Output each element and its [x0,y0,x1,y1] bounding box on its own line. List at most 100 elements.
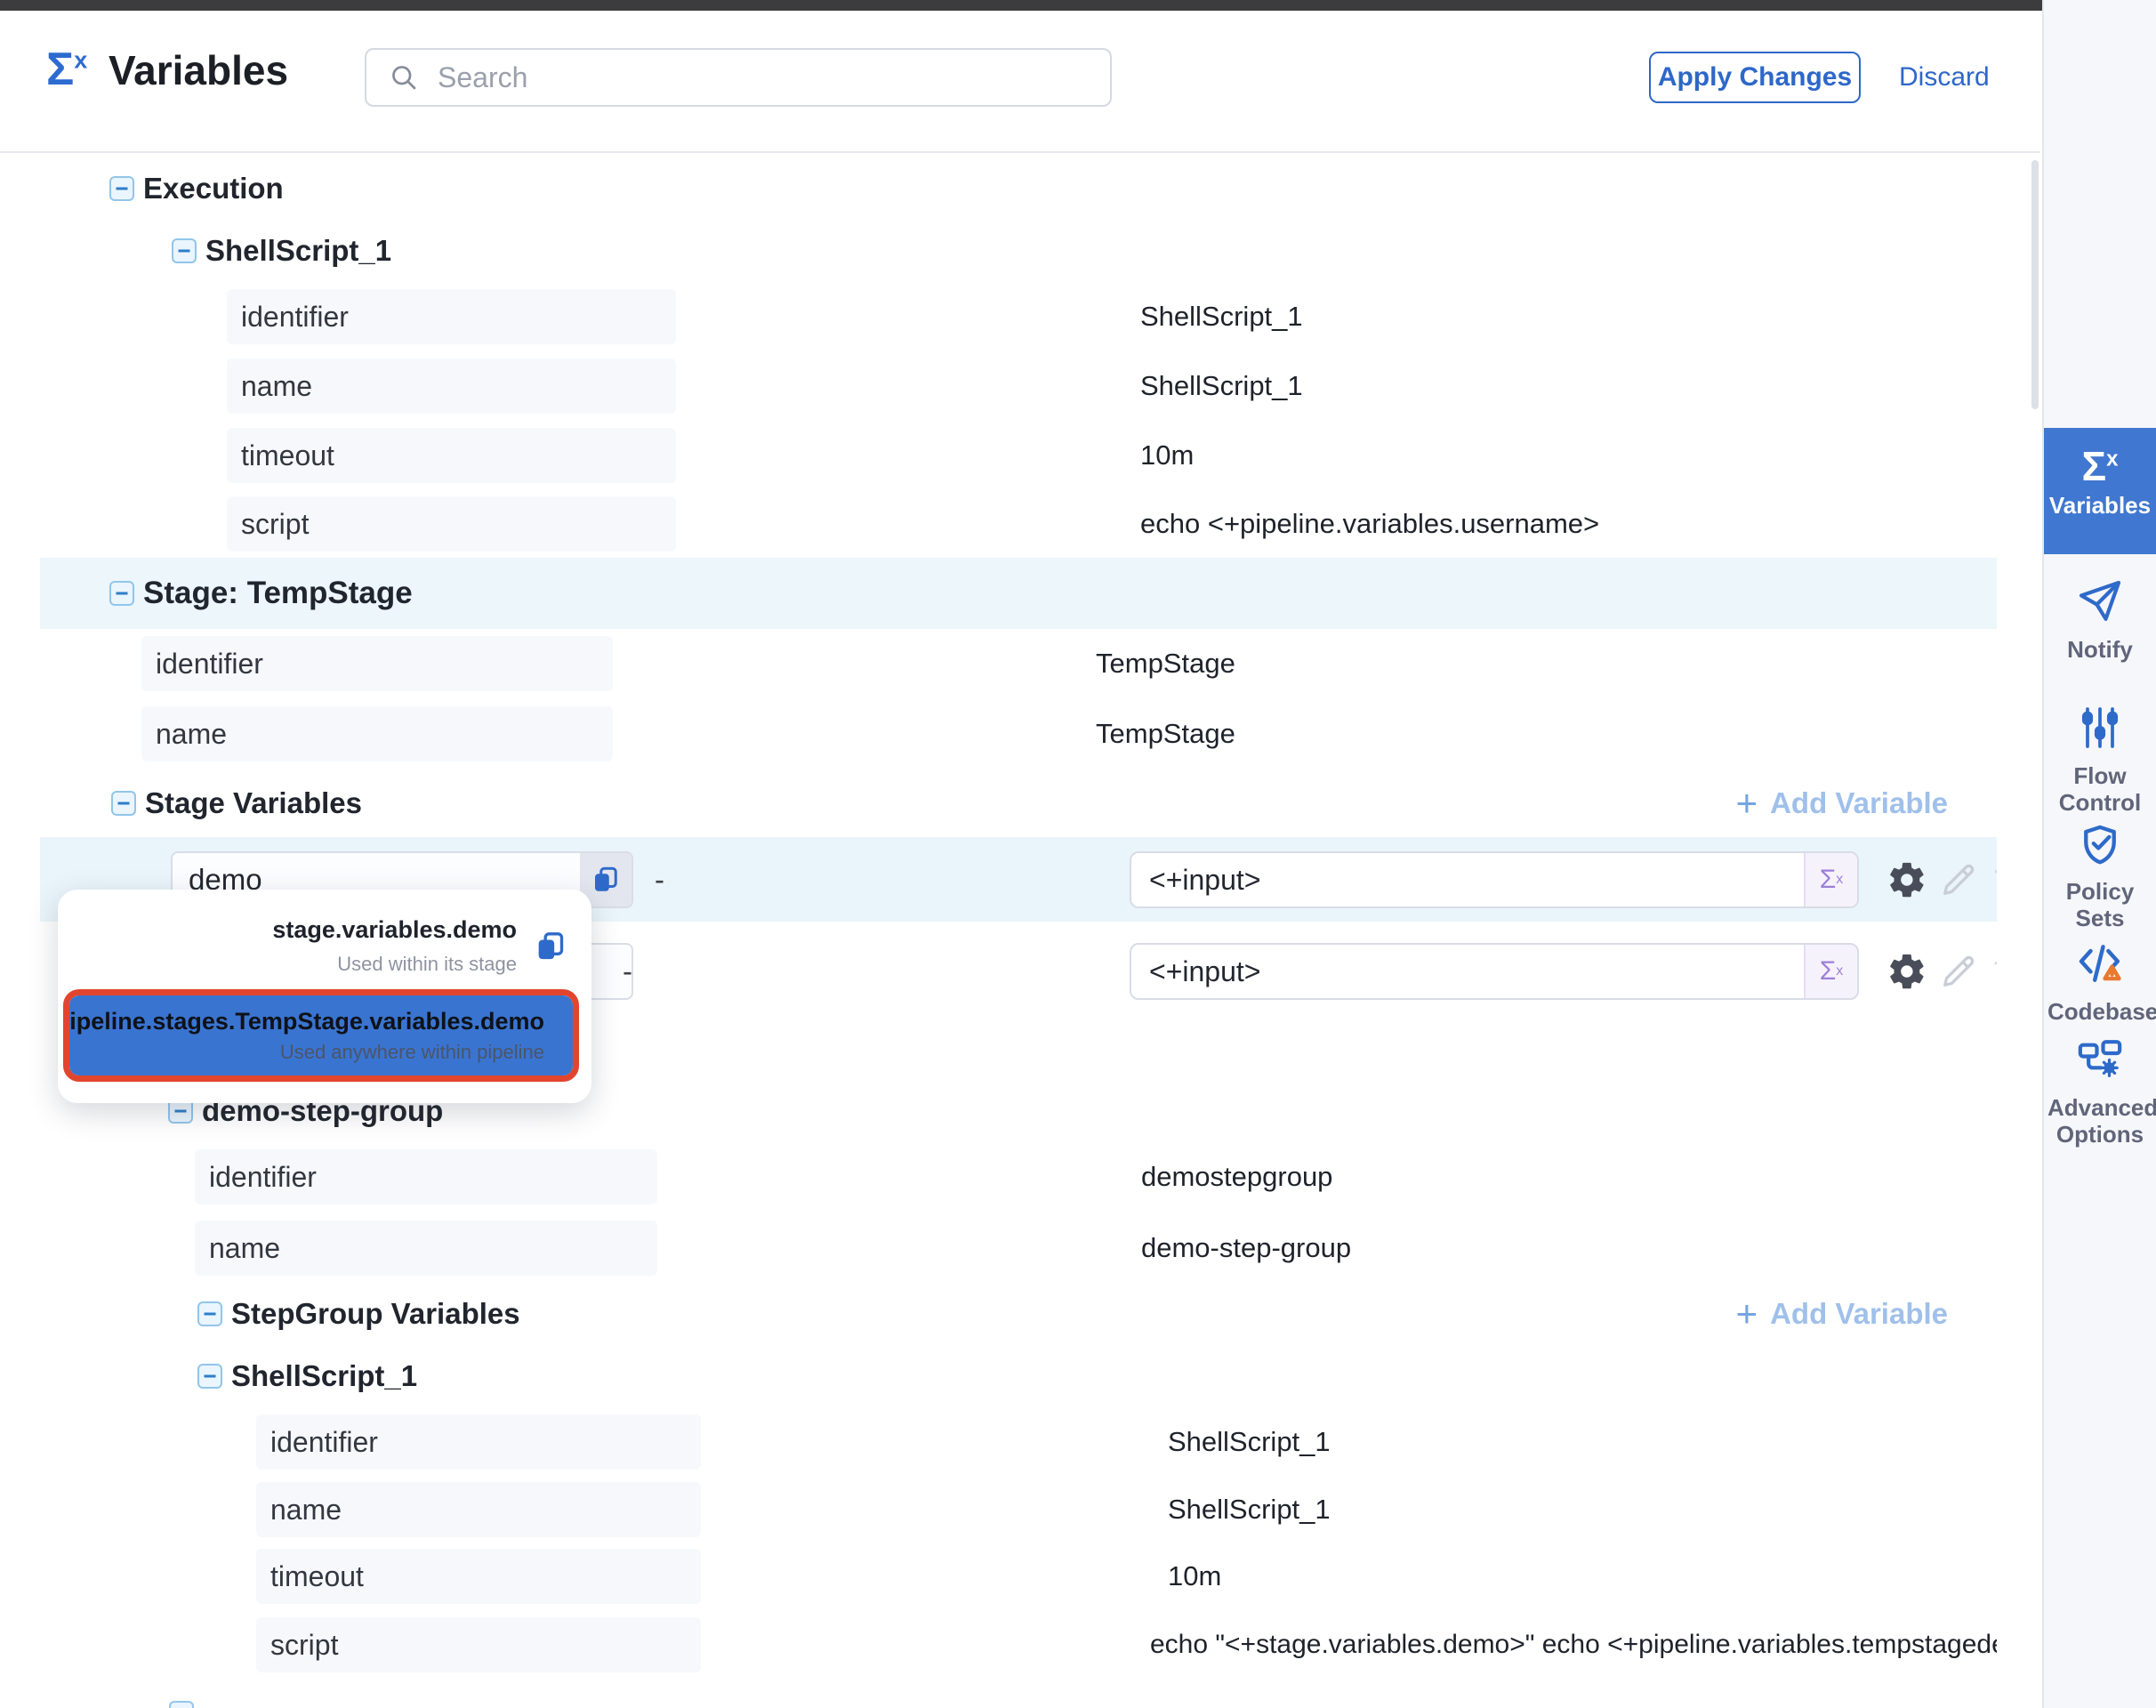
popup-item-label: stage.variables.demo [272,916,517,944]
variable-value-input[interactable]: <+input> Σx [1130,943,1859,1000]
popup-item-description: Used anywhere within pipeline [63,1041,544,1064]
popup-item-pipeline-scope[interactable]: pipeline.stages.TempStage.variables.demo… [69,995,573,1076]
variables-panel: Σx Variables Apply Changes Discard Execu… [0,0,2156,1708]
popup-item-stage-scope[interactable]: stage.variables.demo Used within its sta… [272,916,568,976]
delete-variable-button[interactable] [1988,860,1997,899]
edit-variable-button[interactable] [1938,859,1979,900]
row-sg-shellscript1: ShellScript_1 [40,1345,1997,1409]
row-execution: Execution [40,157,1997,222]
field-label-pill: name [256,1482,701,1537]
sidebar-item-policy-sets[interactable]: Policy Sets [2044,820,2156,931]
collapse-icon[interactable] [172,238,197,263]
right-sidebar: Σx Variables Notify Flow Control Policy … [2042,0,2156,1708]
field-value: 10m [1140,439,1194,471]
settings-gear-button[interactable] [1886,859,1927,900]
tree-label-execution: Execution [143,172,284,205]
collapse-icon[interactable] [109,176,134,201]
row-timeout: timeout 10m [40,421,1997,491]
add-variable-button[interactable]: +Add Variable [1736,1295,1948,1333]
field-label-pill: timeout [227,428,676,483]
browser-top-strip [0,0,2156,11]
popup-item-description: Used within its stage [272,953,517,976]
field-label-pill: identifier [256,1414,701,1470]
field-value: 10m [1168,1560,1221,1592]
variable-path-popup: stage.variables.demo Used within its sta… [58,890,591,1103]
variable-scope: - [655,863,664,897]
row-dsg-identifier: identifier demostepgroup [40,1141,1997,1214]
sidebar-item-advanced-options[interactable]: Advanced Options [2044,1035,2156,1148]
row-dsg-name: name demo-step-group [40,1213,1997,1285]
tree-label-sg-shellscript1: ShellScript_1 [231,1359,417,1393]
copy-icon [590,864,622,896]
popup-item-label: pipeline.stages.TempStage.variables.demo [63,1008,544,1035]
apply-changes-button[interactable]: Apply Changes [1649,52,1861,103]
sidebar-item-variables[interactable]: Σx Variables [2044,428,2156,554]
edit-variable-button[interactable] [1938,951,1979,992]
flow-gear-icon [2075,1035,2125,1084]
row-script: script echo <+pipeline.variables.usernam… [40,489,1997,560]
variable-value-input[interactable]: <+input> Σx [1130,851,1859,908]
scrollbar-thumb[interactable] [2031,160,2039,409]
sidebar-item-flow-control[interactable]: Flow Control [2044,703,2156,816]
paper-plane-icon [2075,576,2125,626]
collapse-icon[interactable] [197,1364,222,1389]
field-label-pill: name [141,706,613,761]
row-identifier: identifier ShellScript_1 [40,281,1997,353]
search-input[interactable] [436,60,1062,95]
delete-variable-button[interactable] [1988,952,1997,991]
collapse-icon[interactable] [109,581,134,606]
collapse-icon[interactable] [197,1301,222,1326]
gear-icon [1886,859,1927,900]
copy-icon[interactable] [533,929,568,964]
row-stage-variables: Stage Variables +Add Variable [40,769,1997,839]
expression-sigma-button[interactable]: Σx [1804,853,1857,906]
trash-icon [1988,860,1997,899]
field-label-pill: name [227,359,676,414]
discard-button[interactable]: Discard [1899,62,1990,93]
plus-icon: + [1736,1295,1758,1333]
row-sg-name: name ShellScript_1 [40,1477,1997,1543]
partial-row [40,1680,1997,1708]
settings-gear-button[interactable] [1886,951,1927,992]
field-value: ShellScript_1 [1168,1494,1331,1526]
field-label-pill: script [227,496,676,552]
expression-sigma-button[interactable]: Σx [1804,945,1857,998]
row-sg-script: script echo "<+stage.variables.demo>" ec… [40,1610,1997,1681]
field-value: echo "<+stage.variables.demo>" echo <+pi… [1150,1630,1997,1660]
tree-label-stepgroup-variables: StepGroup Variables [231,1297,520,1331]
panel-header: Σx Variables Apply Changes Discard [0,11,2040,153]
sidebar-item-notify[interactable]: Notify [2044,576,2156,663]
collapse-icon[interactable] [169,1701,194,1708]
field-value: ShellScript_1 [1168,1426,1331,1458]
field-value: TempStage [1096,648,1235,680]
field-value: ShellScript_1 [1140,301,1303,333]
plus-icon: + [1736,785,1758,822]
sigma-x-icon: Σx [46,46,87,93]
sidebar-item-codebase[interactable]: Codebase [2044,939,2156,1025]
page-title: Variables [109,46,288,94]
collapse-icon[interactable] [111,791,136,816]
tree-label-stage-variables: Stage Variables [145,786,362,820]
field-label-pill: identifier [141,636,613,691]
shield-check-icon [2076,820,2124,868]
field-label-pill: name [195,1221,657,1276]
code-warning-icon [2075,939,2125,988]
field-label-pill: timeout [256,1549,701,1604]
pencil-icon [1938,859,1979,900]
field-value: demostepgroup [1141,1161,1332,1193]
row-stage-identifier: identifier TempStage [40,629,1997,700]
field-value: demo-step-group [1141,1232,1351,1264]
row-name: name ShellScript_1 [40,351,1997,423]
add-variable-button[interactable]: +Add Variable [1736,785,1948,822]
row-sg-timeout: timeout 10m [40,1542,1997,1612]
field-label-pill: script [256,1617,701,1672]
row-stage-tempstage: Stage: TempStage [40,558,1997,631]
tree-label-stage: Stage: TempStage [143,576,413,611]
sigma-x-icon: Σx [2044,446,2156,487]
search-box[interactable] [365,48,1112,107]
search-icon [388,61,420,93]
gear-icon [1886,951,1927,992]
annotation-highlight-box: pipeline.stages.TempStage.variables.demo… [63,989,579,1082]
row-stepgroup-variables: StepGroup Variables +Add Variable [40,1283,1997,1347]
tree-label-shellscript1: ShellScript_1 [205,234,391,268]
